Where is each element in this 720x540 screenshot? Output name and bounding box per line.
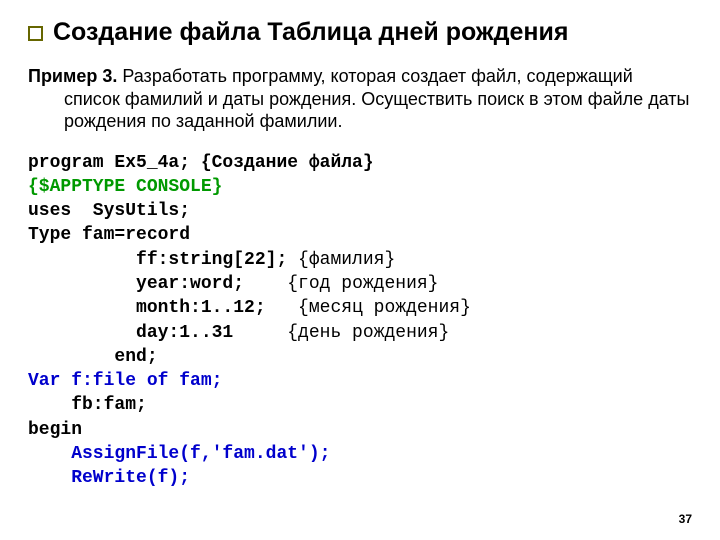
code-line-8b: {день рождения} <box>233 323 449 343</box>
code-line-8a: day:1..31 <box>28 323 233 343</box>
code-line-11: fb:fam; <box>28 395 147 415</box>
code-line-7b: {месяц рождения} <box>266 298 471 318</box>
code-line-3: uses SysUtils; <box>28 201 190 221</box>
code-line-5a: ff:string[22]; <box>28 250 287 270</box>
code-line-4: Type fam=record <box>28 225 190 245</box>
code-line-13: AssignFile(f,'fam.dat'); <box>28 444 330 464</box>
page-number: 37 <box>679 512 692 526</box>
code-line-1a: program Ex5_4a; <box>28 153 201 173</box>
code-line-5b: {фамилия} <box>287 250 395 270</box>
code-line-10: Var f:file of fam; <box>28 371 222 391</box>
code-line-2: {$APPTYPE CONSOLE} <box>28 177 222 197</box>
code-block: program Ex5_4a; {Создание файла} {$APPTY… <box>28 151 692 491</box>
code-line-12: begin <box>28 420 82 440</box>
page-title: Создание файла Таблица дней рождения <box>53 18 569 47</box>
code-line-9: end; <box>28 347 158 367</box>
code-line-7a: month:1..12; <box>28 298 266 318</box>
example-paragraph: Пример 3. Разработать программу, которая… <box>28 65 692 133</box>
code-line-14: ReWrite(f); <box>28 468 190 488</box>
bullet-icon <box>28 26 43 41</box>
example-label: Пример 3. <box>28 66 117 86</box>
code-line-6b: {год рождения} <box>244 274 438 294</box>
example-text: Разработать программу, которая создает ф… <box>64 66 690 131</box>
code-line-1b: {Создание файла} <box>201 153 374 173</box>
title-row: Создание файла Таблица дней рождения <box>28 18 692 47</box>
code-line-6a: year:word; <box>28 274 244 294</box>
slide: Создание файла Таблица дней рождения При… <box>0 0 720 540</box>
